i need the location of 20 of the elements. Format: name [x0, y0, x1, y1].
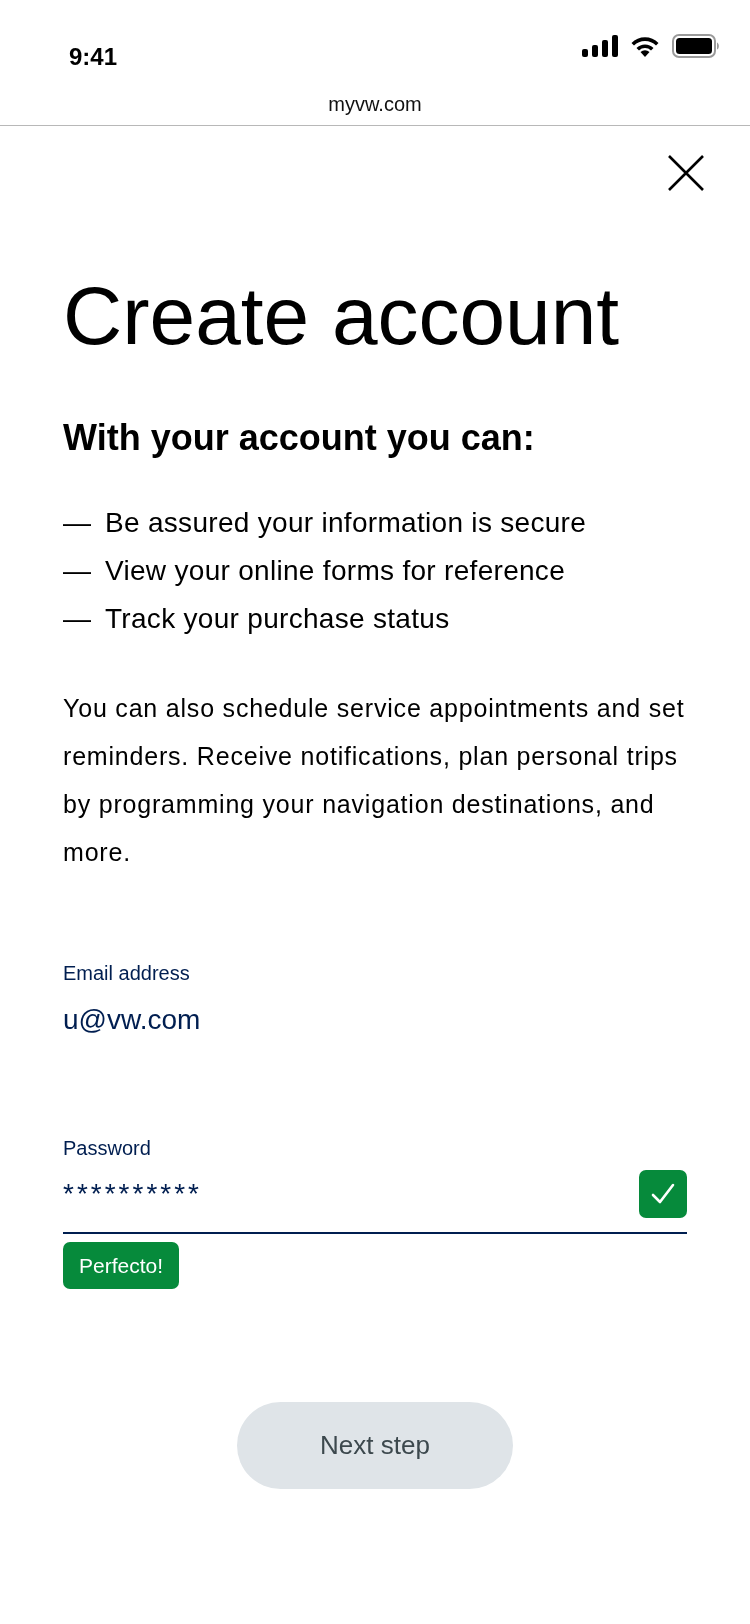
signal-icon — [582, 35, 618, 57]
benefits-heading: With your account you can: — [63, 418, 536, 458]
password-field[interactable]: ********** — [63, 1170, 687, 1234]
email-label: Email address — [63, 961, 191, 986]
email-field[interactable]: u@vw.com — [63, 1002, 687, 1038]
list-dash: — — [63, 602, 92, 636]
description-text: You can also schedule service appointments and set reminders. Receive notifications, plan personal trips by programming your navigation destinations, and more. — [63, 693, 686, 868]
benefit-text: Be assured your information is secure — [105, 506, 587, 540]
page-title: Create account — [63, 273, 621, 359]
list-dash: — — [63, 506, 92, 540]
validation-message: Perfecto! — [63, 1242, 180, 1289]
benefit-text: Track your purchase status — [105, 602, 450, 636]
battery-icon — [672, 34, 720, 58]
close-icon[interactable] — [668, 155, 704, 191]
list-dash: — — [63, 554, 92, 588]
benefit-text: View your online forms for reference — [105, 554, 566, 588]
url-text[interactable]: myvw.com — [328, 90, 422, 117]
status-time: 9:41 — [69, 43, 118, 71]
wifi-icon — [630, 35, 660, 57]
password-label: Password — [63, 1136, 152, 1161]
